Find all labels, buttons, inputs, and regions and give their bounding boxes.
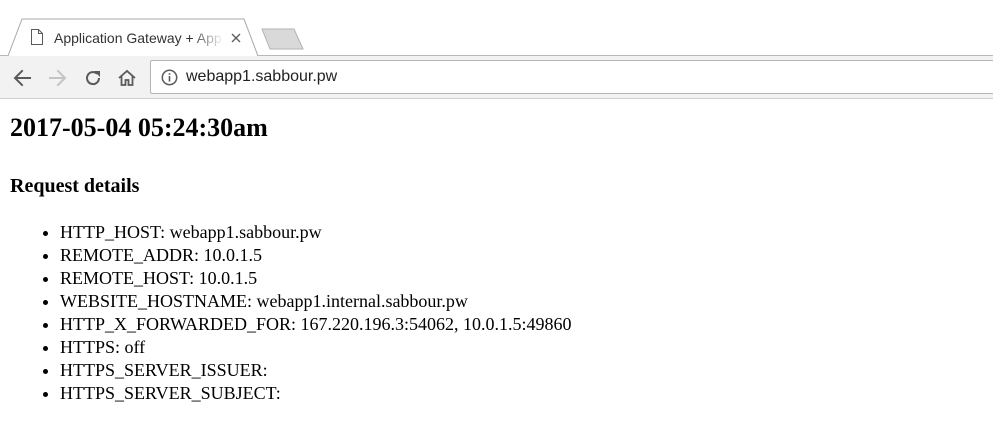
document-icon [30,29,44,45]
section-heading: Request details [10,175,140,197]
browser-toolbar: webapp1.sabbour.pw [0,56,993,99]
url-text[interactable]: webapp1.sabbour.pw [186,61,337,93]
list-item: HTTPS_SERVER_ISSUER: [60,359,572,382]
browser-tab-active[interactable]: Application Gateway + App Service [8,18,258,56]
toolbar-divider [0,98,993,99]
list-item: HTTP_X_FORWARDED_FOR: 167.220.196.3:5406… [60,313,572,336]
tab-strip: Application Gateway + App Service [0,0,993,56]
home-icon[interactable] [115,66,139,90]
list-item: HTTP_HOST: webapp1.sabbour.pw [60,221,572,244]
page-content: 2017-05-04 05:24:30am Request details HT… [0,101,993,437]
tab-title: Application Gateway + App Service [54,30,224,46]
back-arrow-icon[interactable] [10,66,34,90]
forward-arrow-icon[interactable] [46,66,70,90]
info-icon[interactable] [161,69,178,86]
request-details-list: HTTP_HOST: webapp1.sabbour.pw REMOTE_ADD… [0,221,572,405]
list-item: HTTPS: off [60,336,572,359]
reload-icon[interactable] [81,66,105,90]
list-item: HTTPS_SERVER_SUBJECT: [60,382,572,405]
close-icon[interactable] [228,30,244,46]
address-bar[interactable]: webapp1.sabbour.pw [150,60,993,94]
new-tab-button[interactable] [258,28,306,50]
page-title: 2017-05-04 05:24:30am [10,113,268,142]
list-item: REMOTE_HOST: 10.0.1.5 [60,267,572,290]
list-item: WEBSITE_HOSTNAME: webapp1.internal.sabbo… [60,290,572,313]
list-item: REMOTE_ADDR: 10.0.1.5 [60,244,572,267]
